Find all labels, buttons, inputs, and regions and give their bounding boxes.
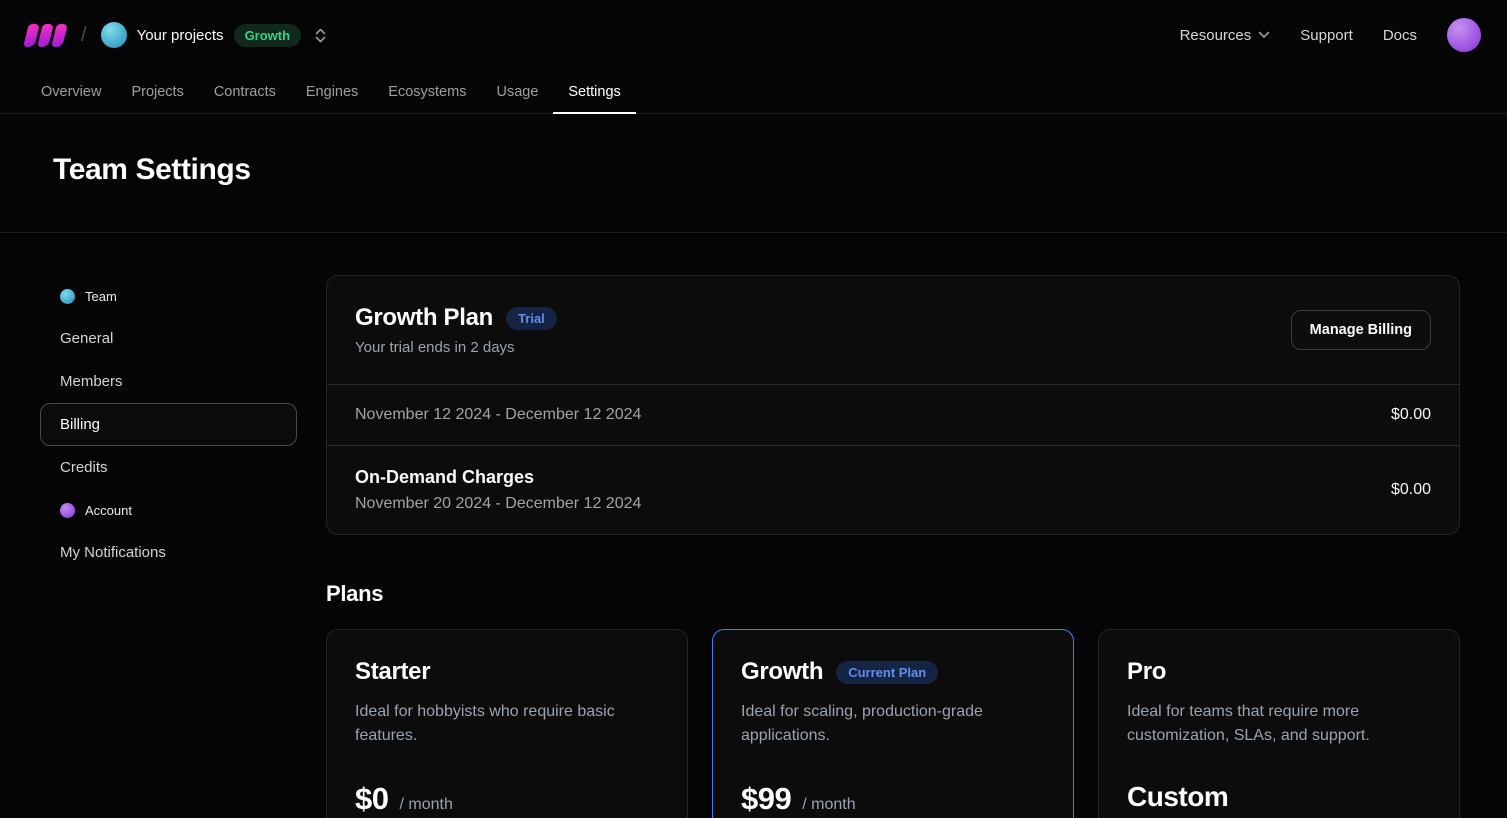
header-nav: Resources Support Docs xyxy=(1180,18,1481,52)
sidebar-item-members[interactable]: Members xyxy=(40,360,297,403)
tab-overview[interactable]: Overview xyxy=(26,70,116,113)
plan-card-starter: Starter Ideal for hobbyists who require … xyxy=(326,629,688,818)
team-avatar xyxy=(101,22,127,48)
billing-amount: $0.00 xyxy=(1391,406,1431,424)
sidebar-group-label: Account xyxy=(85,503,132,518)
page-banner: Team Settings xyxy=(0,114,1507,233)
logo-bar xyxy=(51,24,68,47)
team-switcher[interactable]: Your projects Growth xyxy=(101,22,329,48)
breadcrumb: / Your projects Growth xyxy=(26,22,328,48)
manage-billing-button[interactable]: Manage Billing xyxy=(1291,310,1431,350)
tab-projects[interactable]: Projects xyxy=(116,70,198,113)
plan-description: Ideal for teams that require more custom… xyxy=(1127,700,1431,748)
settings-content: Team General Members Billing Credits Acc… xyxy=(0,233,1507,818)
plan-price: Custom xyxy=(1127,781,1228,813)
tab-engines[interactable]: Engines xyxy=(291,70,373,113)
on-demand-amount: $0.00 xyxy=(1391,481,1431,499)
team-plan-badge: Growth xyxy=(234,24,302,47)
sidebar-group-account: Account xyxy=(40,489,297,531)
plan-price-suffix: / month xyxy=(802,796,855,814)
billing-card-header: Growth Plan Trial Your trial ends in 2 d… xyxy=(327,276,1459,384)
billing-main: Growth Plan Trial Your trial ends in 2 d… xyxy=(326,275,1460,818)
trial-badge: Trial xyxy=(506,307,557,330)
plan-name: Starter xyxy=(355,658,430,686)
tab-settings[interactable]: Settings xyxy=(553,70,635,113)
sidebar-group-team: Team xyxy=(40,275,297,317)
sidebar-item-my-notifications[interactable]: My Notifications xyxy=(40,531,297,574)
sidebar-group-label: Team xyxy=(85,289,117,304)
plan-grid: Starter Ideal for hobbyists who require … xyxy=(326,629,1460,818)
plan-name: Pro xyxy=(1127,658,1166,686)
plan-card-growth: Growth Current Plan Ideal for scaling, p… xyxy=(712,629,1074,818)
team-tabs: Overview Projects Contracts Engines Ecos… xyxy=(0,70,1507,114)
plan-description: Ideal for scaling, production-grade appl… xyxy=(741,700,1045,748)
team-name: Your projects xyxy=(137,27,224,44)
sidebar-item-billing[interactable]: Billing xyxy=(40,403,297,446)
breadcrumb-separator: / xyxy=(81,24,87,47)
page-title: Team Settings xyxy=(53,153,1454,187)
plan-price: $99 xyxy=(741,781,791,817)
sidebar-item-credits[interactable]: Credits xyxy=(40,446,297,489)
sidebar-item-general[interactable]: General xyxy=(40,317,297,360)
plan-name: Growth xyxy=(741,658,823,686)
thirdweb-logo-icon[interactable] xyxy=(26,24,67,47)
plan-price-suffix: / month xyxy=(399,796,452,814)
support-link[interactable]: Support xyxy=(1300,27,1353,44)
chevron-up-down-icon[interactable] xyxy=(313,27,328,44)
tab-usage[interactable]: Usage xyxy=(481,70,553,113)
plan-description: Ideal for hobbyists who require basic fe… xyxy=(355,700,659,748)
trial-ends-note: Your trial ends in 2 days xyxy=(355,339,557,356)
current-plan-title: Growth Plan xyxy=(355,304,493,332)
tab-contracts[interactable]: Contracts xyxy=(199,70,291,113)
plans-heading: Plans xyxy=(326,581,1460,607)
billing-period-row: November 12 2024 - December 12 2024 $0.0… xyxy=(327,384,1459,445)
resources-label: Resources xyxy=(1180,27,1252,44)
team-dot-avatar xyxy=(60,289,75,304)
account-dot-avatar xyxy=(60,503,75,518)
tab-ecosystems[interactable]: Ecosystems xyxy=(373,70,481,113)
on-demand-charges-row: On-Demand Charges November 20 2024 - Dec… xyxy=(327,445,1459,534)
settings-sidebar: Team General Members Billing Credits Acc… xyxy=(40,275,297,818)
top-header: / Your projects Growth Resources Support… xyxy=(0,0,1507,70)
user-avatar[interactable] xyxy=(1447,18,1481,52)
resources-menu[interactable]: Resources xyxy=(1180,27,1271,44)
current-plan-badge: Current Plan xyxy=(836,661,938,684)
chevron-down-icon xyxy=(1258,31,1270,39)
billing-summary-card: Growth Plan Trial Your trial ends in 2 d… xyxy=(326,275,1460,535)
on-demand-period: November 20 2024 - December 12 2024 xyxy=(355,495,641,513)
docs-link[interactable]: Docs xyxy=(1383,27,1417,44)
plan-card-pro: Pro Ideal for teams that require more cu… xyxy=(1098,629,1460,818)
billing-period: November 12 2024 - December 12 2024 xyxy=(355,406,641,424)
plan-price: $0 xyxy=(355,781,388,817)
on-demand-charges-title: On-Demand Charges xyxy=(355,467,641,488)
